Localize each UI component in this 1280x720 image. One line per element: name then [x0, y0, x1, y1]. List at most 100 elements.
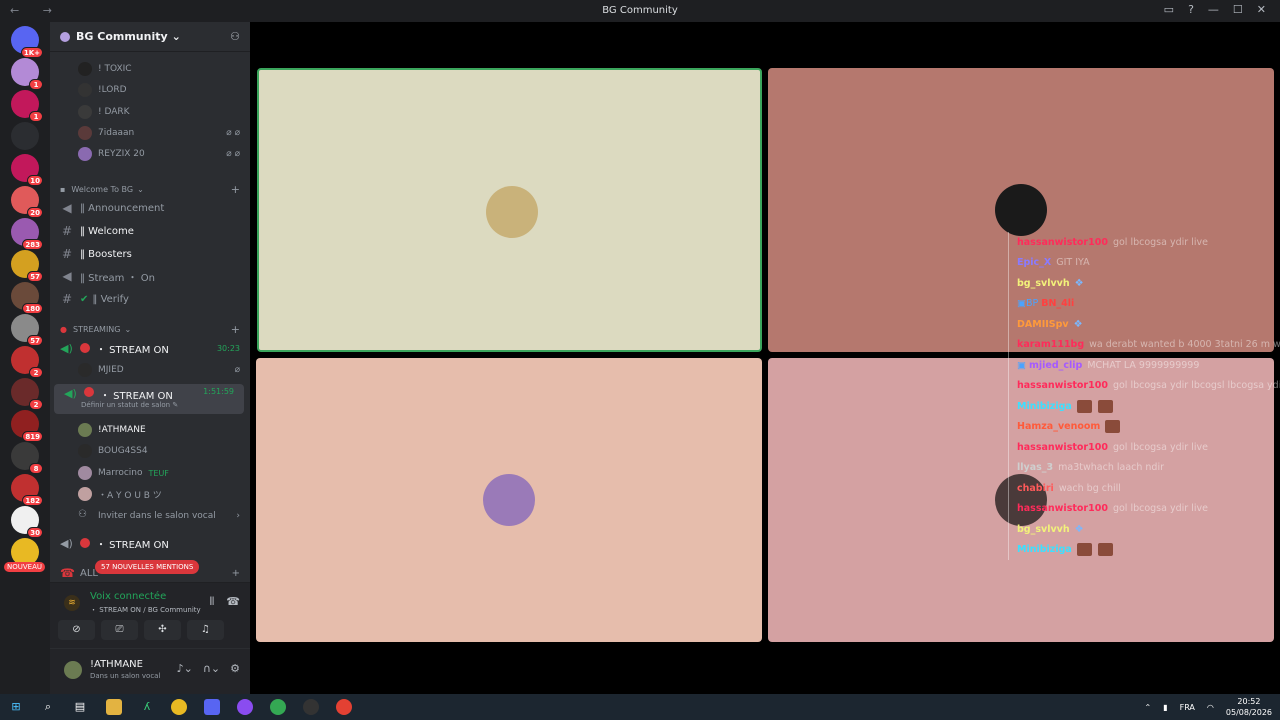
- participant-tile[interactable]: [257, 68, 762, 352]
- chrome-icon[interactable]: [270, 699, 286, 715]
- server-icon[interactable]: 20: [11, 186, 43, 218]
- channel-verify[interactable]: # ✔ ‖ Verify: [50, 289, 250, 309]
- clock[interactable]: 20:52 05/08/2026: [1226, 696, 1272, 718]
- channel-boosters[interactable]: # ‖ Boosters: [50, 244, 250, 264]
- app-icon[interactable]: ʎ: [139, 699, 155, 715]
- voice-channel[interactable]: ◀) ・ STREAM ON: [50, 533, 250, 553]
- server-icon[interactable]: 2: [11, 378, 43, 410]
- chat-text: GIT IYA: [1056, 257, 1090, 269]
- chat-message: ▣BP BN_4li: [1009, 294, 1280, 315]
- chrome-icon[interactable]: [336, 699, 352, 715]
- voice-channel[interactable]: ◀) ・ STREAM ON 30:23: [50, 338, 250, 358]
- participant-tile[interactable]: [256, 358, 762, 642]
- voice-user[interactable]: ・A Y O U B ツ: [50, 484, 250, 504]
- chevron-down-icon: ⌄: [171, 30, 181, 43]
- app-icon[interactable]: [237, 699, 253, 715]
- camera-off-button[interactable]: ⊘: [58, 620, 95, 640]
- server-icon[interactable]: 819: [11, 410, 43, 442]
- server-icon[interactable]: 180: [11, 282, 43, 314]
- server-icon[interactable]: 10: [11, 154, 43, 186]
- notification-badge: 1K+: [20, 47, 43, 58]
- task-view-icon[interactable]: ▤: [72, 699, 88, 715]
- voice-user[interactable]: ! DARK: [50, 102, 250, 122]
- server-icon[interactable]: 1: [11, 90, 43, 122]
- voice-channel-selected[interactable]: ◀) ・ STREAM ON 1:51:59 Définir un statut de…: [54, 384, 244, 414]
- channel-stream-on[interactable]: ◀ ‖ Stream ・ On: [50, 266, 250, 286]
- username[interactable]: !ATHMANE: [90, 659, 143, 670]
- voice-user[interactable]: REYZIX 20 ⌀ ⌀: [50, 144, 250, 164]
- gear-icon[interactable]: ⚙: [230, 662, 240, 675]
- add-channel-icon[interactable]: +: [231, 323, 240, 336]
- help-icon[interactable]: ?: [1188, 3, 1194, 16]
- red-dot-icon: [80, 343, 90, 353]
- windows-start-icon[interactable]: ⊞: [8, 699, 24, 715]
- close-button[interactable]: ✕: [1257, 3, 1266, 16]
- app-icon[interactable]: [303, 699, 319, 715]
- language-indicator[interactable]: FRA: [1180, 703, 1195, 712]
- server-icon[interactable]: 182: [11, 474, 43, 506]
- server-icon[interactable]: [11, 122, 39, 150]
- category-welcome[interactable]: ▪ Welcome To BG ⌄ +: [50, 179, 250, 199]
- server-icon[interactable]: 1: [11, 58, 43, 90]
- guild-header[interactable]: BG Community ⌄ ⚇: [50, 22, 250, 52]
- voice-user[interactable]: MJIED ⌀: [50, 360, 250, 380]
- channel-status[interactable]: Définir un statut de salon ✎: [81, 401, 178, 409]
- server-icon[interactable]: 2: [11, 346, 43, 378]
- server-icon[interactable]: 8: [11, 442, 43, 474]
- category-streaming[interactable]: ● STREAMING ⌄ +: [50, 319, 250, 339]
- invite-to-voice[interactable]: ⚇ Inviter dans le salon vocal ›: [50, 506, 250, 526]
- voice-user[interactable]: 7idaaan ⌀ ⌀: [50, 123, 250, 143]
- noise-suppression-icon[interactable]: ⦀: [209, 595, 214, 609]
- chat-username: Epic_X: [1017, 257, 1052, 269]
- server-icon[interactable]: 57: [11, 314, 43, 346]
- voice-user[interactable]: !LORD: [50, 80, 250, 100]
- new-mentions-pill[interactable]: 57 NOUVELLES MENTIONS: [95, 560, 200, 574]
- soundboard-button[interactable]: ♫: [187, 620, 224, 640]
- inbox-icon[interactable]: ▭: [1164, 3, 1174, 16]
- server-icon[interactable]: 1K+: [11, 26, 43, 58]
- channel-welcome[interactable]: # ‖ Welcome: [50, 221, 250, 241]
- chrome-icon[interactable]: [171, 699, 187, 715]
- chevron-right-icon: ›: [236, 511, 240, 521]
- server-icon[interactable]: 30: [11, 506, 43, 538]
- add-member-icon[interactable]: ⚇: [230, 30, 240, 43]
- microphone-icon[interactable]: ▮: [1163, 703, 1167, 712]
- sparkle-emote-icon: ❖: [1074, 523, 1084, 535]
- search-icon[interactable]: ⌕: [40, 699, 56, 715]
- voice-user[interactable]: !ATHMANE: [50, 420, 250, 440]
- add-channel-icon[interactable]: +: [231, 183, 240, 196]
- speaker-icon: ◀): [60, 341, 73, 355]
- avatar[interactable]: [64, 661, 82, 679]
- notification-badge: 180: [22, 303, 43, 314]
- voice-channel-path[interactable]: ・ STREAM ON / BG Community: [90, 605, 201, 615]
- muted-icon: ⌀: [234, 365, 240, 375]
- headset-icon[interactable]: ∩⌄: [203, 662, 220, 675]
- avatar: [78, 105, 92, 119]
- wifi-icon[interactable]: ◠: [1207, 703, 1214, 712]
- server-icon[interactable]: 283: [11, 218, 43, 250]
- microphone-icon[interactable]: ♪⌄: [177, 662, 193, 675]
- screen-share-button[interactable]: ⎚: [101, 620, 138, 640]
- chat-message: chabiri wach bg chill: [1009, 478, 1280, 499]
- notification-badge: 57: [27, 335, 43, 346]
- discord-icon[interactable]: [204, 699, 220, 715]
- chevron-up-icon[interactable]: ⌃: [1144, 703, 1151, 712]
- disconnect-icon[interactable]: ☎: [226, 595, 240, 609]
- chat-message: karam111bg wa derabt wanted b 4000 3tatni…: [1009, 335, 1280, 356]
- red-dot-icon: ●: [60, 324, 67, 334]
- new-badge[interactable]: NOUVEAU: [4, 562, 45, 572]
- signal-icon[interactable]: ≋: [64, 595, 80, 611]
- maximize-button[interactable]: ☐: [1233, 3, 1243, 16]
- channel-announcement[interactable]: ◀ ‖ Announcement: [50, 198, 250, 218]
- chevron-down-icon: ⌄: [137, 184, 144, 194]
- minimize-button[interactable]: —: [1208, 3, 1219, 16]
- voice-user[interactable]: BOUG4SS4: [50, 441, 250, 461]
- activities-button[interactable]: ✣: [144, 620, 181, 640]
- voice-connected-label: Voix connectée: [90, 591, 167, 602]
- server-icon[interactable]: 57: [11, 250, 43, 282]
- voice-user[interactable]: Marrocino TEUF: [50, 463, 250, 483]
- emote-icon: [1097, 399, 1113, 413]
- add-channel-icon[interactable]: +: [232, 568, 240, 579]
- voice-user[interactable]: ! TOXIC: [50, 59, 250, 79]
- file-explorer-icon[interactable]: [106, 699, 122, 715]
